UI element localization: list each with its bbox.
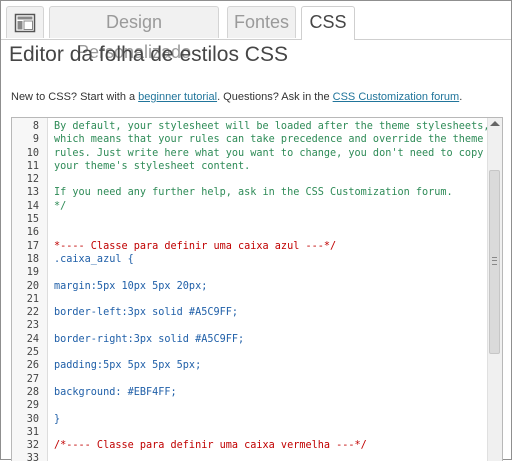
intro-text-2: . Questions? Ask in the (217, 91, 333, 103)
intro-text-3: . (459, 91, 463, 103)
code-line: 25 (12, 346, 490, 359)
code-text: If you need any further help, ask in the… (54, 187, 453, 199)
line-number: 25 (26, 347, 39, 359)
line-number: 20 (26, 280, 39, 292)
line-number: 28 (26, 386, 39, 398)
code-text: } (54, 413, 61, 425)
intro-text-1: New to CSS? Start with a (11, 91, 139, 103)
line-number: 9 (32, 134, 39, 146)
code-line: 30} (12, 413, 490, 426)
line-number: 22 (26, 307, 39, 319)
line-number: 24 (26, 333, 39, 345)
line-number: 27 (26, 373, 39, 385)
code-text: rules. Just write here what you want to … (54, 147, 503, 159)
line-number: 26 (26, 360, 39, 372)
code-line: 10 rules. Just write here what you want t… (12, 147, 502, 160)
line-number: 30 (26, 413, 39, 425)
scroll-up-arrow-icon[interactable] (490, 121, 500, 126)
code-line: 14 */ (12, 200, 490, 213)
code-line: 31 (12, 426, 490, 439)
line-number: 23 (26, 320, 39, 332)
code-text: your theme's stylesheet content. (54, 160, 251, 172)
editor-scrollbar[interactable] (487, 118, 502, 461)
line-number: 17 (26, 240, 39, 252)
scrollbar-thumb[interactable] (489, 170, 500, 354)
css-editor[interactable]: 8 By default, your stylesheet will be loa… (11, 117, 503, 461)
line-number: 14 (26, 200, 39, 212)
code-line: 12 (12, 173, 490, 186)
line-number: 16 (26, 227, 39, 239)
code-line: 8 By default, your stylesheet will be loa… (12, 120, 490, 133)
line-number: 32 (26, 440, 39, 452)
code-line: 17 *---- Classe para definir uma caixa az… (12, 240, 490, 253)
line-number: 11 (26, 160, 39, 172)
tab-fontes[interactable]: Fontes (227, 6, 296, 38)
tab-design-personalizado[interactable]: Design Personalizado (49, 6, 219, 62)
code-text: margin:5px 10px 5px 20px; (54, 280, 208, 292)
code-line: 22 border-left:3px solid #A5C9FF; (12, 306, 490, 319)
code-line: 24 border-right:3px solid #A5C9FF; (12, 333, 490, 346)
code-line: 16 (12, 226, 490, 239)
code-text: /*---- Classe para definir uma caixa ver… (54, 440, 367, 452)
code-line: 11 your theme's stylesheet content. (12, 160, 490, 173)
code-line: 32 /*---- Classe para definir uma caixa v… (12, 439, 490, 452)
intro-text: New to CSS? Start with a beginner tutori… (11, 91, 462, 103)
grip-icon (492, 257, 497, 265)
code-line: 18 .caixa_azul { (12, 253, 490, 266)
code-text: */ (54, 200, 67, 212)
layout-icon (14, 13, 36, 33)
code-text: background: #EBF4FF; (54, 386, 177, 398)
code-text: border-left:3px solid #A5C9FF; (54, 307, 239, 319)
tab-layout-icon[interactable] (6, 6, 44, 38)
line-number: 10 (26, 147, 39, 159)
line-number: 18 (26, 253, 39, 265)
code-text: By default, your stylesheet will be load… (54, 121, 490, 132)
code-line: 26 padding:5px 5px 5px 5px; (12, 359, 490, 372)
line-number: 13 (26, 187, 39, 199)
line-number: 21 (26, 293, 39, 305)
css-customization-forum-link[interactable]: CSS Customization forum (333, 91, 460, 103)
line-number: 19 (26, 267, 39, 279)
code-line: 21 (12, 293, 490, 306)
tab-css[interactable]: CSS (301, 6, 355, 40)
code-line: 28 background: #EBF4FF; (12, 386, 490, 399)
line-number: 29 (26, 400, 39, 412)
line-number: 31 (26, 426, 39, 438)
code-line: 20 margin:5px 10px 5px 20px; (12, 280, 490, 293)
code-line: 27 (12, 373, 490, 386)
code-text: border-right:3px solid #A5C9FF; (54, 333, 245, 345)
line-number: 15 (26, 214, 39, 226)
code-line: 9 which means that your rules can take pr… (12, 133, 502, 146)
beginner-tutorial-link[interactable]: beginner tutorial (138, 91, 217, 103)
code-line: 13 If you need any further help, ask in t… (12, 186, 490, 199)
code-line: 15 (12, 213, 490, 226)
code-text: which means that your rules can take pre… (54, 134, 503, 146)
line-number: 12 (26, 174, 39, 186)
code-line: 29 (12, 399, 490, 412)
code-lines: 8 By default, your stylesheet will be loa… (12, 120, 502, 461)
code-text: .caixa_azul { (54, 253, 134, 265)
code-line: 19 (12, 266, 490, 279)
line-number: 8 (32, 121, 39, 132)
tab-bar: Design Personalizado Fontes CSS (1, 1, 511, 62)
code-line: 23 (12, 319, 490, 332)
code-text: padding:5px 5px 5px 5px; (54, 360, 202, 372)
page-title: Editor da folha de estilos CSS (9, 43, 288, 66)
code-text: *---- Classe para definir uma caixa azul… (54, 240, 337, 252)
